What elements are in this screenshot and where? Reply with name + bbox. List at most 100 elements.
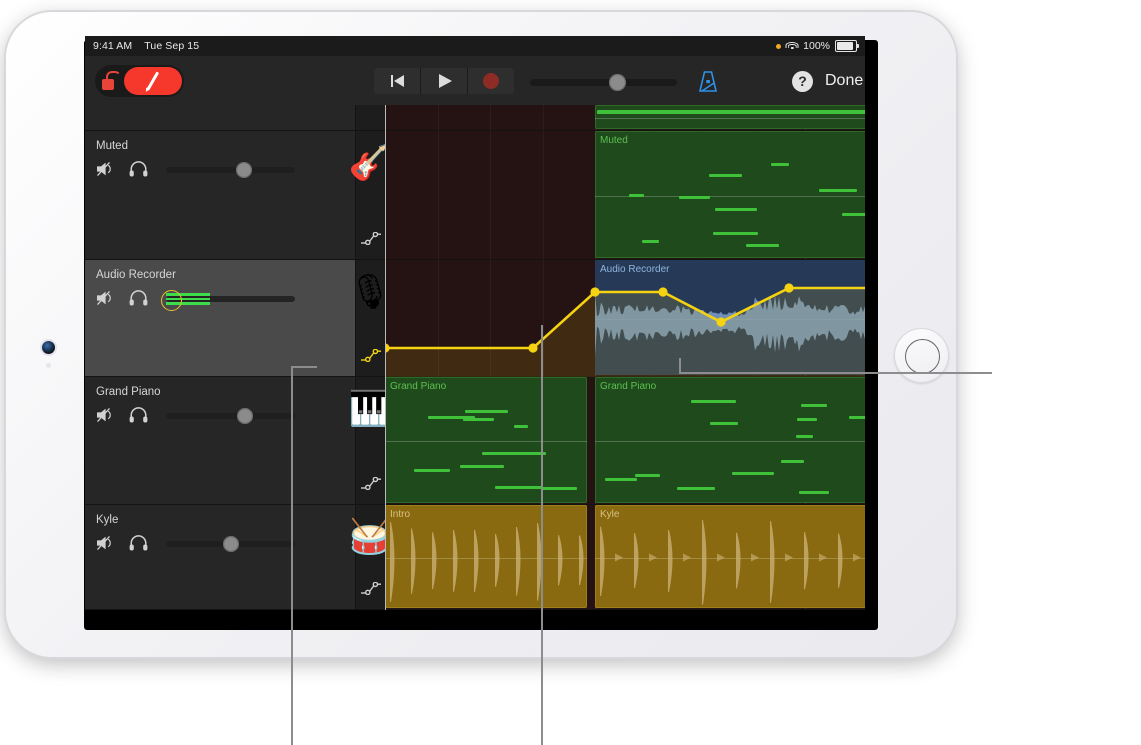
status-bar-right: 100%	[776, 36, 860, 56]
region[interactable]: Audio Recorder	[595, 260, 865, 375]
mute-icon[interactable]	[96, 407, 115, 423]
track-lane[interactable]: Audio Recorder	[385, 260, 865, 377]
done-button[interactable]: Done	[825, 72, 863, 90]
automation-icon[interactable]	[360, 476, 382, 491]
midi-note	[770, 163, 790, 167]
track-volume-knob[interactable]	[237, 408, 254, 424]
metronome-icon[interactable]	[697, 70, 719, 93]
track-volume-slider[interactable]	[166, 536, 295, 552]
track-icon-cell[interactable]: 🎸	[349, 131, 391, 260]
midi-note	[842, 212, 865, 216]
status-bar: 9:41 AM Tue Sep 15 100%	[85, 36, 865, 56]
track-header[interactable]: Muted	[85, 131, 355, 260]
status-bar-left: 9:41 AM Tue Sep 15	[93, 36, 199, 56]
midi-note	[427, 415, 476, 419]
track-header[interactable]: Audio Recorder	[85, 260, 355, 377]
headphones-icon[interactable]	[129, 290, 148, 306]
track-name-label: Kyle	[96, 514, 119, 526]
midi-note	[465, 410, 508, 414]
midi-note	[513, 425, 529, 429]
region-centerline	[595, 118, 865, 119]
automation-knob-ring[interactable]	[161, 290, 182, 311]
orange-status-dot-icon	[776, 43, 782, 49]
midi-note	[459, 465, 505, 469]
region[interactable]: Muted	[595, 131, 865, 258]
automation-icon[interactable]	[360, 581, 382, 596]
track-volume-knob[interactable]	[236, 162, 253, 178]
track-volume-knob[interactable]	[222, 536, 239, 552]
region[interactable]: Intro	[385, 505, 587, 608]
app-toolbar: ? Done	[85, 56, 865, 106]
lock-pencil-group	[95, 65, 184, 97]
midi-note	[678, 195, 711, 199]
region[interactable]: Grand Piano	[595, 377, 865, 503]
battery-icon	[835, 40, 860, 52]
rewind-button[interactable]	[374, 68, 421, 94]
region-label: Muted	[600, 135, 628, 146]
track-icon-cell[interactable]: 🎹	[349, 377, 391, 505]
help-button[interactable]: ?	[792, 71, 813, 92]
track-lane[interactable]: Muted	[385, 131, 865, 260]
track-headers-column: Muted Audio Recorder Grand Piano Kyle	[85, 105, 355, 610]
home-button[interactable]	[894, 328, 949, 383]
automation-icon-yellow[interactable]	[360, 348, 382, 363]
play-button[interactable]	[421, 68, 468, 94]
track-volume-slider[interactable]	[161, 290, 295, 311]
midi-note	[745, 243, 780, 247]
tracks-area[interactable]: Intro Kyle Grand Piano Grand Piano Audio Rec…	[385, 105, 865, 610]
midi-note	[796, 435, 813, 439]
mute-icon[interactable]	[96, 161, 115, 177]
midi-note	[628, 194, 645, 198]
midi-note	[635, 474, 660, 478]
region[interactable]: Kyle	[595, 505, 865, 608]
region[interactable]: Grand Piano	[385, 377, 587, 503]
midi-note	[781, 459, 804, 463]
midi-note	[691, 399, 736, 403]
headphones-icon[interactable]	[129, 407, 148, 423]
battery-percent: 100%	[803, 40, 830, 52]
mute-icon[interactable]	[96, 535, 115, 551]
master-volume-knob[interactable]	[609, 74, 626, 91]
midi-note	[714, 207, 758, 211]
track-icon-cell[interactable]: 🎙	[348, 260, 392, 377]
midi-note	[642, 240, 659, 243]
unlocked-padlock-icon[interactable]	[101, 70, 121, 92]
grid-line	[490, 260, 491, 376]
master-volume-slider[interactable]	[530, 74, 677, 91]
midi-note	[413, 469, 451, 473]
midi-note	[801, 403, 827, 407]
transport-controls	[374, 68, 514, 94]
track-icon-cell[interactable]: 🥁	[349, 505, 391, 610]
playhead[interactable]	[385, 105, 387, 610]
track-header[interactable]: Kyle	[85, 505, 355, 610]
midi-note	[677, 486, 716, 490]
track-name-label: Audio Recorder	[96, 269, 176, 281]
grid-line	[437, 260, 439, 376]
pencil-edit-button[interactable]	[124, 67, 182, 95]
automation-icon[interactable]	[360, 231, 382, 246]
track-icon-cell[interactable]	[356, 105, 386, 131]
track-volume-slider[interactable]	[166, 408, 295, 424]
ambient-sensor-icon	[46, 363, 51, 368]
grid-line	[490, 105, 491, 130]
track-lane[interactable]: Intro Kyle	[385, 505, 865, 610]
region-centerline	[385, 441, 587, 442]
region[interactable]	[595, 105, 865, 129]
midi-note	[494, 486, 543, 490]
headphones-icon[interactable]	[129, 161, 148, 177]
drum-waveform	[390, 522, 584, 602]
midi-note	[605, 477, 638, 481]
grid-line	[542, 260, 544, 376]
track-header[interactable]	[85, 105, 355, 131]
audio-waveform	[595, 292, 865, 357]
track-header[interactable]: Grand Piano	[85, 377, 355, 505]
track-lane[interactable]	[385, 105, 865, 131]
mute-icon[interactable]	[96, 290, 115, 306]
track-lane[interactable]: Grand Piano Grand Piano	[385, 377, 865, 505]
record-button[interactable]	[468, 68, 514, 94]
headphones-icon[interactable]	[129, 535, 148, 551]
midi-note	[848, 416, 865, 420]
automation-curve-callout-line	[541, 325, 543, 745]
automation-icon-callout-line	[291, 366, 293, 745]
track-volume-slider[interactable]	[166, 162, 295, 178]
